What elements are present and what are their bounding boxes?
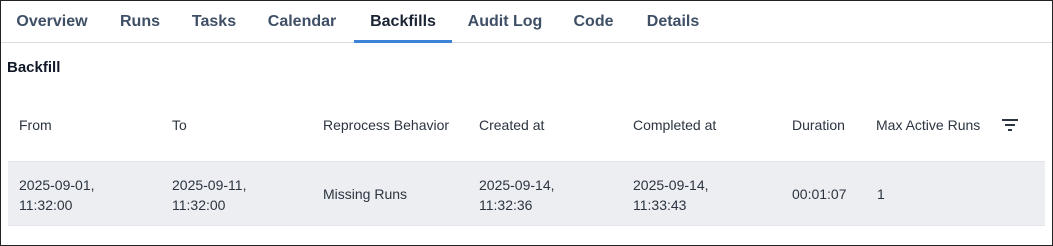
column-header-from[interactable]: From [19,117,52,133]
column-header-completed-at[interactable]: Completed at [633,117,716,133]
tab-bar: Overview Runs Tasks Calendar Backfills A… [1,1,1052,43]
cell-duration: 00:01:07 [792,186,847,202]
cell-to: 2025-09-11, 11:32:00 [172,175,246,215]
cell-created-time: 11:32:36 [479,197,533,213]
table-row[interactable]: 2025-09-01, 11:32:00 2025-09-11, 11:32:0… [8,161,1045,226]
cell-created-date: 2025-09-14, [479,177,555,193]
cell-max-active-runs: 1 [877,186,885,202]
column-header-max-active-runs[interactable]: Max Active Runs [876,117,980,133]
tab-runs[interactable]: Runs [109,1,171,43]
tab-tasks[interactable]: Tasks [181,1,247,43]
tab-code[interactable]: Code [561,1,626,43]
cell-from: 2025-09-01, 11:32:00 [19,175,95,215]
cell-completed-date: 2025-09-14, [633,177,709,193]
section-title: Backfill [7,59,61,76]
cell-from-time: 11:32:00 [19,197,73,213]
cell-to-date: 2025-09-11, [172,177,247,193]
cell-completed-time: 11:33:43 [633,197,687,213]
cell-completed-at: 2025-09-14, 11:33:43 [633,175,709,215]
tab-calendar[interactable]: Calendar [257,1,347,43]
tab-details[interactable]: Details [637,1,709,43]
cell-reprocess-behavior: Missing Runs [323,186,408,202]
column-header-created-at[interactable]: Created at [479,117,544,133]
tab-audit-log[interactable]: Audit Log [459,1,551,43]
backfills-panel: Overview Runs Tasks Calendar Backfills A… [0,0,1053,246]
filter-lines-icon[interactable] [1001,117,1019,133]
tab-overview[interactable]: Overview [7,1,97,43]
cell-from-date: 2025-09-01, [19,177,95,193]
cell-created-at: 2025-09-14, 11:32:36 [479,175,555,215]
tab-backfills[interactable]: Backfills [354,1,452,43]
column-header-reprocess-behavior[interactable]: Reprocess Behavior [323,117,449,133]
cell-to-time: 11:32:00 [172,197,226,213]
column-header-duration[interactable]: Duration [792,117,845,133]
column-header-to[interactable]: To [172,117,187,133]
